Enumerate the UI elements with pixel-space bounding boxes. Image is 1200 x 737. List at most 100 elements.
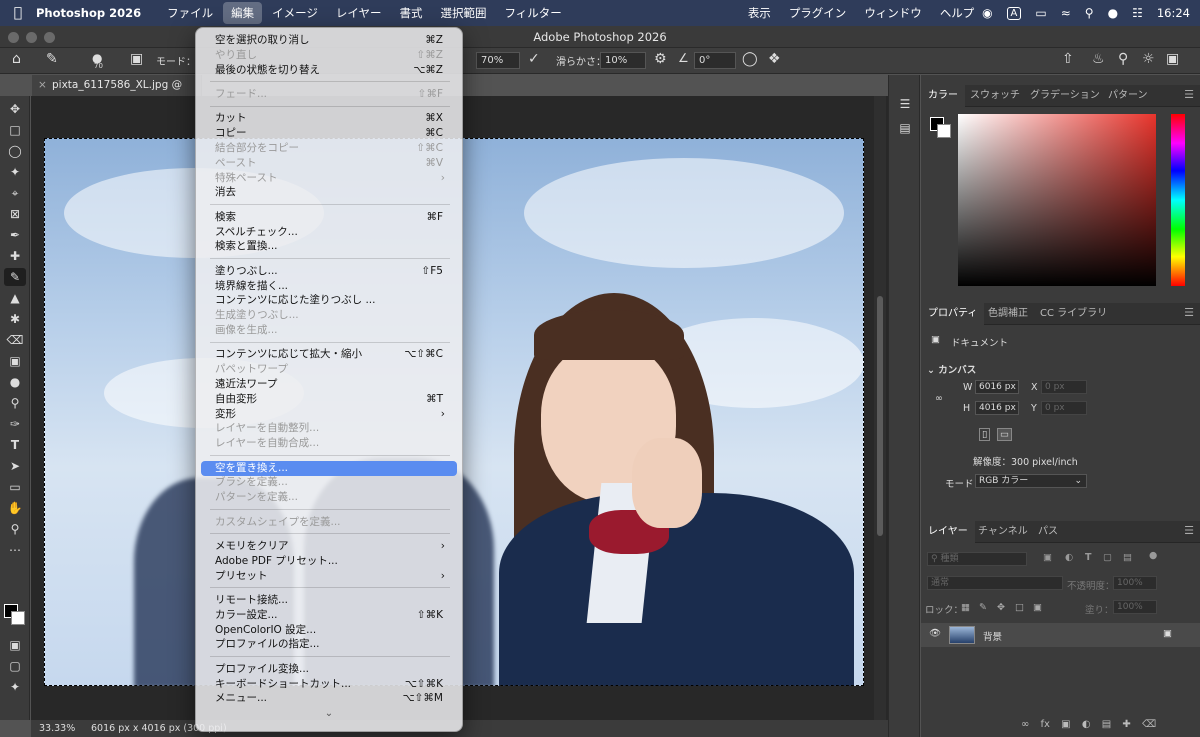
new-group-icon[interactable]: ▤ xyxy=(1102,719,1111,730)
menu-item[interactable]: キーボードショートカット... ⌥⇧⌘K xyxy=(201,677,457,692)
control-center-icon[interactable]: ☷ xyxy=(1132,6,1143,20)
adjustment-layer-icon[interactable]: ◐ xyxy=(1082,719,1091,730)
flow-field[interactable]: 70% xyxy=(476,52,520,69)
canvas-section-label[interactable]: ⌄ カンバス xyxy=(927,362,976,376)
generate-icon[interactable]: ✦ xyxy=(4,678,26,696)
portrait-orientation-icon[interactable]: ▯ xyxy=(979,428,991,441)
gear-icon[interactable]: ⚙ xyxy=(654,51,667,67)
link-layers-icon[interactable]: ∞ xyxy=(1021,719,1029,730)
landscape-orientation-icon[interactable]: ▭ xyxy=(997,428,1012,441)
panel-menu-icon[interactable]: ☰ xyxy=(1184,306,1194,319)
minimize-window-icon[interactable] xyxy=(26,32,37,43)
hue-slider[interactable] xyxy=(1171,114,1185,286)
menu-item[interactable]: カスタムシェイプを定義... xyxy=(201,515,457,530)
eye-icon[interactable]: 👁 xyxy=(929,628,941,639)
menu-item[interactable]: 検索 ⌘F xyxy=(201,210,457,225)
healing-brush-icon[interactable]: ✚ xyxy=(4,247,26,265)
menu-item[interactable]: 特殊ペースト › xyxy=(201,171,457,186)
lock-transparent-icon[interactable]: ▦ xyxy=(961,602,970,613)
tab-swatches[interactable]: スウォッチ xyxy=(963,85,1027,107)
discover-icon[interactable]: ☼ xyxy=(1142,51,1155,67)
eyedropper-icon[interactable]: ✒ xyxy=(4,226,26,244)
menu-item[interactable]: 空を置き換え... xyxy=(201,460,457,476)
type-tool-icon[interactable]: T xyxy=(4,436,26,454)
workspace-icon[interactable]: ▣ xyxy=(1166,51,1179,67)
pressure-icon[interactable]: ◯ xyxy=(742,51,758,67)
panel-menu-icon[interactable]: ☰ xyxy=(1184,88,1194,101)
filter-type-icon[interactable]: T xyxy=(1085,552,1091,563)
close-tab-icon[interactable]: × xyxy=(38,75,47,96)
brush-tool-icon[interactable]: ✎ xyxy=(46,51,58,67)
menu-item[interactable]: やり直し ⇧⌘Z xyxy=(201,48,457,63)
new-layer-icon[interactable]: ✚ xyxy=(1122,719,1130,730)
vertical-scrollbar[interactable] xyxy=(874,96,886,720)
menu-item[interactable]: カラー設定... ⇧⌘K xyxy=(201,608,457,623)
scroll-down-chevron-icon[interactable]: ⌄ xyxy=(196,708,462,719)
menu-file[interactable]: ファイル xyxy=(159,2,221,24)
tab-color[interactable]: カラー xyxy=(921,85,965,107)
brush-tool-icon[interactable]: ✎ xyxy=(4,268,26,286)
dodge-tool-icon[interactable]: ⚲ xyxy=(4,394,26,412)
move-tool-icon[interactable]: ✥ xyxy=(4,100,26,118)
angle-field[interactable]: 0° xyxy=(694,52,736,69)
gradient-icon[interactable]: ▣ xyxy=(4,352,26,370)
stamp-tool-icon[interactable]: ▲ xyxy=(4,289,26,307)
blend-mode-select[interactable]: 通常 xyxy=(927,576,1063,590)
eraser-icon[interactable]: ⌫ xyxy=(4,331,26,349)
share-icon[interactable]: ⇧ xyxy=(1062,51,1074,67)
bell-icon[interactable]: ♨ xyxy=(1092,51,1105,67)
airbrush-icon[interactable]: ✓ xyxy=(528,51,540,67)
path-select-icon[interactable]: ➤ xyxy=(4,457,26,475)
menu-item[interactable]: 遠近法ワープ xyxy=(201,377,457,392)
tab-gradients[interactable]: グラデーション xyxy=(1023,85,1107,107)
menu-item[interactable]: メニュー... ⌥⇧⌘M xyxy=(201,691,457,706)
lock-move-icon[interactable]: ✥ xyxy=(997,602,1005,613)
filter-toggle-icon[interactable]: ● xyxy=(1149,550,1157,561)
menu-item[interactable]: パペットワープ xyxy=(201,362,457,377)
zoom-tool-icon[interactable]: ⚲ xyxy=(4,520,26,538)
lock-all-icon[interactable]: ▣ xyxy=(1033,602,1042,613)
comments-panel-icon[interactable]: ▤ xyxy=(894,119,916,137)
menu-window[interactable]: ウィンドウ xyxy=(856,2,930,24)
menu-item[interactable]: プリセット › xyxy=(201,569,457,584)
menu-view[interactable]: 表示 xyxy=(740,2,779,24)
opacity-field[interactable]: 100% xyxy=(1113,576,1157,590)
tab-channels[interactable]: チャンネル xyxy=(971,521,1035,543)
scrollbar-thumb[interactable] xyxy=(877,296,883,536)
crop-tool-icon[interactable]: ⌖ xyxy=(4,184,26,202)
tab-adjustments[interactable]: 色調補正 xyxy=(981,303,1035,325)
menu-layer[interactable]: レイヤー xyxy=(328,2,390,24)
frame-tool-icon[interactable]: ⊠ xyxy=(4,205,26,223)
menu-item[interactable]: ブラシを定義... xyxy=(201,475,457,490)
wifi-icon[interactable]: ≈ xyxy=(1061,6,1071,20)
width-field[interactable]: 6016 px xyxy=(975,380,1019,394)
menu-item[interactable]: OpenColorIO 設定... xyxy=(201,623,457,638)
menu-item[interactable]: フェード... ⇧⌘F xyxy=(201,87,457,102)
menu-item[interactable]: リモート接続... xyxy=(201,593,457,608)
marquee-tool-icon[interactable]: □ xyxy=(4,121,26,139)
tab-properties[interactable]: プロパティ xyxy=(921,303,985,325)
menu-item[interactable]: 検索と置換... xyxy=(201,239,457,254)
x-field[interactable]: 0 px xyxy=(1041,380,1087,394)
lasso-tool-icon[interactable]: ◯ xyxy=(4,142,26,160)
brush-settings-icon[interactable]: ▣ xyxy=(130,51,143,67)
menu-item[interactable]: 結合部分をコピー ⇧⌘C xyxy=(201,141,457,156)
filter-pixel-icon[interactable]: ▣ xyxy=(1043,552,1052,563)
blur-tool-icon[interactable]: ● xyxy=(4,373,26,391)
fill-field[interactable]: 100% xyxy=(1113,600,1157,614)
menu-item[interactable]: コンテンツに応じた塗りつぶし ... xyxy=(201,293,457,308)
lock-artboard-icon[interactable]: □ xyxy=(1015,602,1024,613)
color-mode-select[interactable]: RGB カラー ⌄ xyxy=(975,474,1087,488)
menu-edit[interactable]: 編集 xyxy=(223,2,263,24)
quick-select-icon[interactable]: ✦ xyxy=(4,163,26,181)
fx-icon[interactable]: fx xyxy=(1041,719,1050,730)
menu-plugins[interactable]: プラグイン xyxy=(781,2,855,24)
menu-item[interactable]: 消去 xyxy=(201,185,457,200)
app-menu[interactable]: Photoshop 2026 xyxy=(36,6,141,20)
filter-adjust-icon[interactable]: ◐ xyxy=(1065,552,1073,563)
more-tools-icon[interactable]: ⋯ xyxy=(4,541,26,559)
symmetry-icon[interactable]: ❖ xyxy=(768,51,781,67)
menu-item[interactable]: 塗りつぶし... ⇧F5 xyxy=(201,264,457,279)
menu-item[interactable]: レイヤーを自動合成... xyxy=(201,436,457,451)
add-mask-icon[interactable]: ▣ xyxy=(1061,719,1070,730)
